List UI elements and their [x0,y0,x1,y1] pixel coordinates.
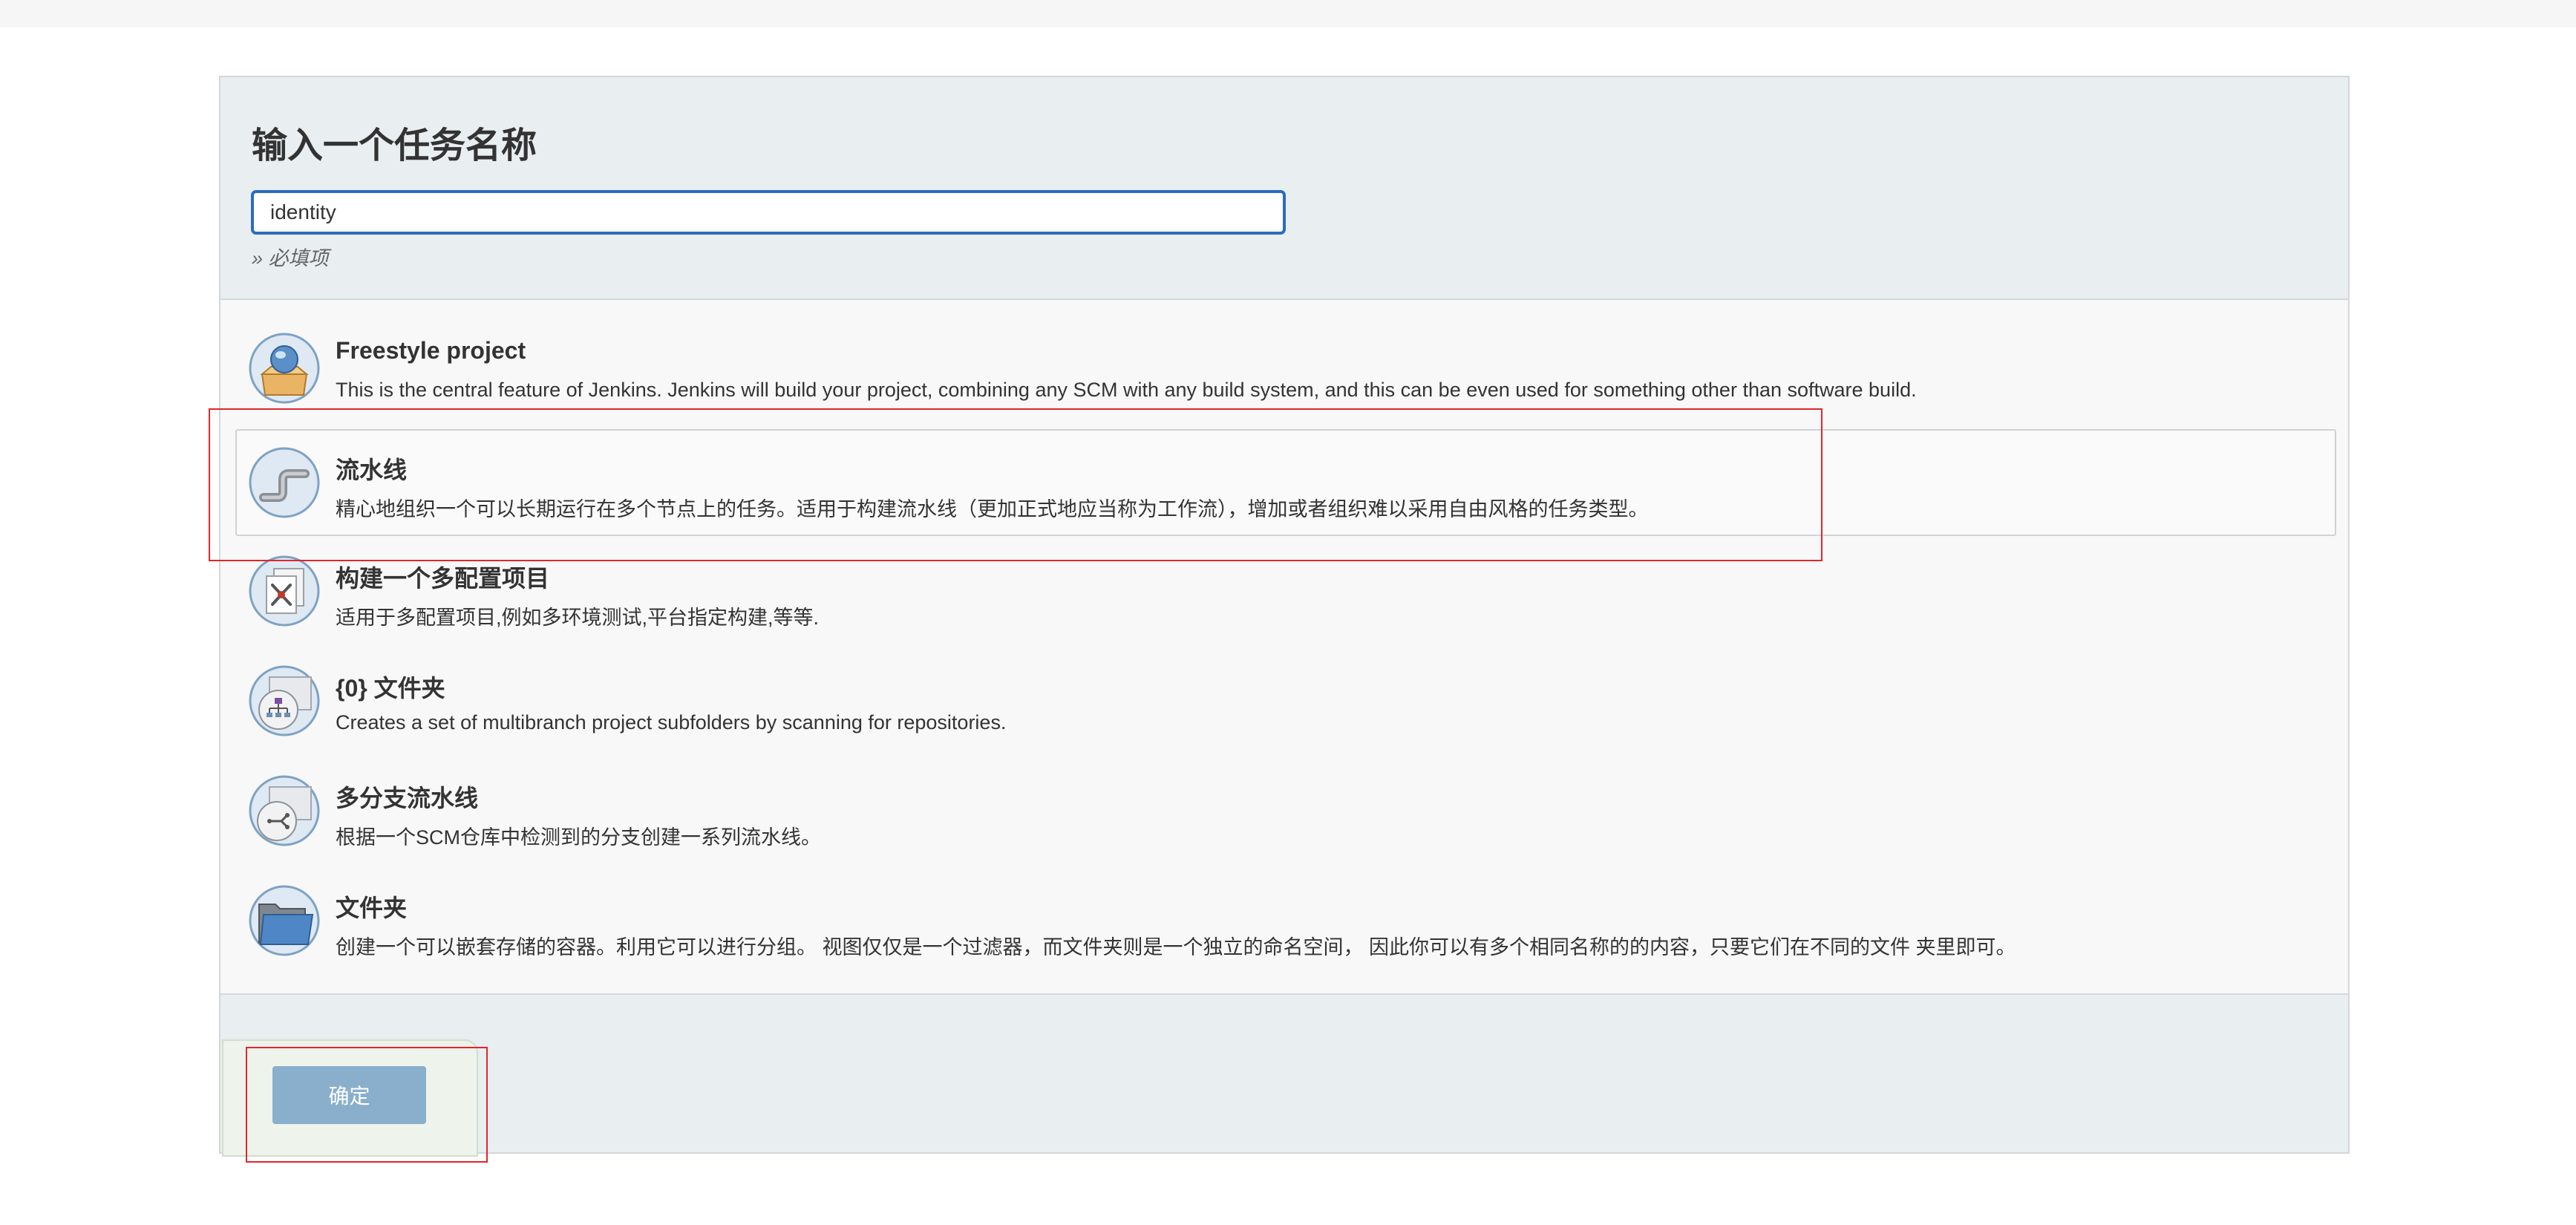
multibranch-pipeline-icon [249,775,320,846]
organization-folder-icon [249,665,320,736]
job-type-freestyle[interactable]: Freestyle project This is the central fe… [235,315,2336,422]
job-type-description: Creates a set of multibranch project sub… [336,711,1007,734]
job-type-description: 适用于多配置项目,例如多环境测试,平台指定构建,等等. [336,607,820,629]
job-type-name: 多分支流水线 [336,785,479,811]
job-type-name: {0} 文件夹 [336,675,445,702]
page-title: 输入一个任务名称 [252,126,537,166]
item-name-input[interactable] [251,190,1286,235]
job-type-description: 精心地组织一个可以长期运行在多个节点上的任务。适用于构建流水线（更加正式地应当称… [336,498,1649,520]
job-type-pipeline[interactable]: 流水线 精心地组织一个可以长期运行在多个节点上的任务。适用于构建流水线（更加正式… [235,429,2336,536]
job-type-description: 根据一个SCM仓库中检测到的分支创建一系列流水线。 [336,826,821,849]
job-type-description: This is the central feature of Jenkins. … [336,379,1917,401]
job-type-name: 流水线 [336,457,408,483]
job-type-description: 创建一个可以嵌套存储的容器。利用它可以进行分组。 视图仅仅是一个过滤器，而文件夹… [336,936,2016,958]
ok-button[interactable]: 确定 [272,1066,426,1124]
footer-section: 确定 [220,993,2348,1157]
pipeline-icon [249,447,320,518]
item-name-section: 输入一个任务名称 » 必填项 [220,77,2348,300]
job-type-organization-folder[interactable]: {0} 文件夹 Creates a set of multibranch pro… [235,647,2336,754]
job-type-name: 构建一个多配置项目 [336,565,550,592]
job-type-name: 文件夹 [336,895,408,921]
job-type-name: Freestyle project [336,337,526,364]
freestyle-project-icon [249,333,320,404]
top-bar [0,0,2576,27]
job-type-multibranch-pipeline[interactable]: 多分支流水线 根据一个SCM仓库中检测到的分支创建一系列流水线。 [235,757,2336,864]
new-item-panel: 输入一个任务名称 » 必填项 Freestyle project This is… [219,76,2350,1157]
job-type-multi-configuration[interactable]: 构建一个多配置项目 适用于多配置项目,例如多环境测试,平台指定构建,等等. [235,538,2336,644]
job-type-folder[interactable]: 文件夹 创建一个可以嵌套存储的容器。利用它可以进行分组。 视图仅仅是一个过滤器，… [235,867,2336,974]
multi-configuration-icon [249,555,320,627]
required-hint: » 必填项 [252,247,329,270]
folder-icon [249,885,320,956]
